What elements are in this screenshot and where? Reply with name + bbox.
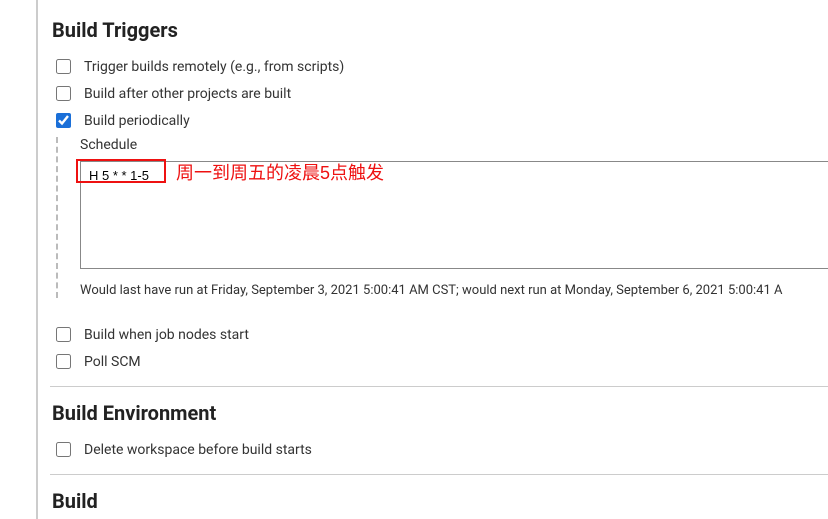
checkbox-delete-workspace[interactable]: [56, 442, 71, 457]
schedule-textarea[interactable]: [80, 161, 828, 269]
checkbox-trigger-remote[interactable]: [56, 59, 71, 74]
section-heading-build-triggers: Build Triggers: [52, 18, 828, 42]
section-heading-build: Build: [52, 489, 828, 513]
section-divider-2: [50, 474, 828, 475]
section-heading-build-environment: Build Environment: [52, 401, 828, 425]
label-poll-scm: Poll SCM: [84, 354, 141, 370]
label-delete-workspace: Delete workspace before build starts: [84, 442, 312, 458]
option-delete-workspace[interactable]: Delete workspace before build starts: [52, 439, 828, 460]
option-build-periodically[interactable]: Build periodically: [52, 110, 828, 131]
left-sidebar-rule: [36, 0, 38, 519]
checkbox-poll-scm[interactable]: [56, 354, 71, 369]
label-build-after-projects: Build after other projects are built: [84, 86, 291, 102]
checkbox-build-after-projects[interactable]: [56, 86, 71, 101]
label-job-nodes-start: Build when job nodes start: [84, 327, 249, 343]
schedule-field-label: Schedule: [80, 137, 828, 153]
option-build-after-projects[interactable]: Build after other projects are built: [52, 83, 828, 104]
build-periodically-detail: Schedule 周一到周五的凌晨5点触发 Would last have ru…: [56, 137, 828, 298]
label-trigger-remote: Trigger builds remotely (e.g., from scri…: [84, 59, 344, 75]
schedule-validation-text: Would last have run at Friday, September…: [80, 283, 828, 298]
option-poll-scm[interactable]: Poll SCM: [52, 351, 828, 372]
option-job-nodes-start[interactable]: Build when job nodes start: [52, 324, 828, 345]
section-divider: [50, 386, 828, 387]
checkbox-job-nodes-start[interactable]: [56, 327, 71, 342]
label-build-periodically: Build periodically: [84, 113, 190, 129]
checkbox-build-periodically[interactable]: [56, 113, 71, 128]
option-trigger-remote[interactable]: Trigger builds remotely (e.g., from scri…: [52, 56, 828, 77]
